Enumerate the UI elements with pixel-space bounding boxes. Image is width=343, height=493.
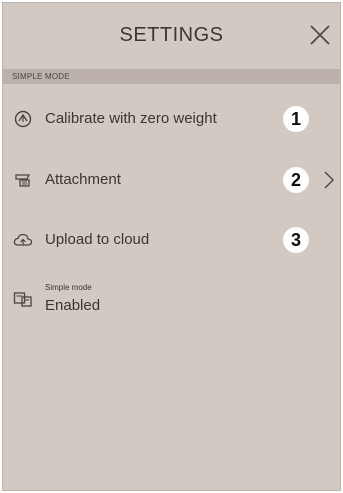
simple-mode-item[interactable]: Simple mode Enabled xyxy=(3,279,340,323)
section-header: SIMPLE MODE xyxy=(3,69,340,84)
settings-header: SETTINGS xyxy=(3,3,340,67)
simple-mode-label: Simple mode xyxy=(45,283,92,292)
upload-to-cloud-label: Upload to cloud xyxy=(45,231,150,248)
section-label: SIMPLE MODE xyxy=(12,72,70,81)
attachment-icon xyxy=(13,170,33,190)
calibrate-zero-weight-label: Calibrate with zero weight xyxy=(45,110,217,127)
close-button[interactable] xyxy=(308,23,332,47)
attachment-label: Attachment xyxy=(45,171,121,188)
cloud-upload-icon xyxy=(13,230,33,250)
attachment-item[interactable]: Attachment 2 xyxy=(3,158,340,202)
callout-badge-1: 1 xyxy=(283,106,309,132)
calibrate-icon xyxy=(13,109,33,129)
upload-to-cloud-item[interactable]: Upload to cloud 3 xyxy=(3,218,340,262)
chevron-right-icon xyxy=(323,170,335,190)
callout-badge-3: 3 xyxy=(283,227,309,253)
simple-mode-icon xyxy=(13,289,33,309)
close-icon xyxy=(310,25,330,45)
simple-mode-value: Enabled xyxy=(45,297,101,314)
callout-badge-2: 2 xyxy=(283,167,309,193)
settings-panel: SETTINGS SIMPLE MODE Calibrate with zero… xyxy=(2,2,341,491)
calibrate-zero-weight-item[interactable]: Calibrate with zero weight 1 xyxy=(3,97,340,141)
page-title: SETTINGS xyxy=(119,24,224,46)
